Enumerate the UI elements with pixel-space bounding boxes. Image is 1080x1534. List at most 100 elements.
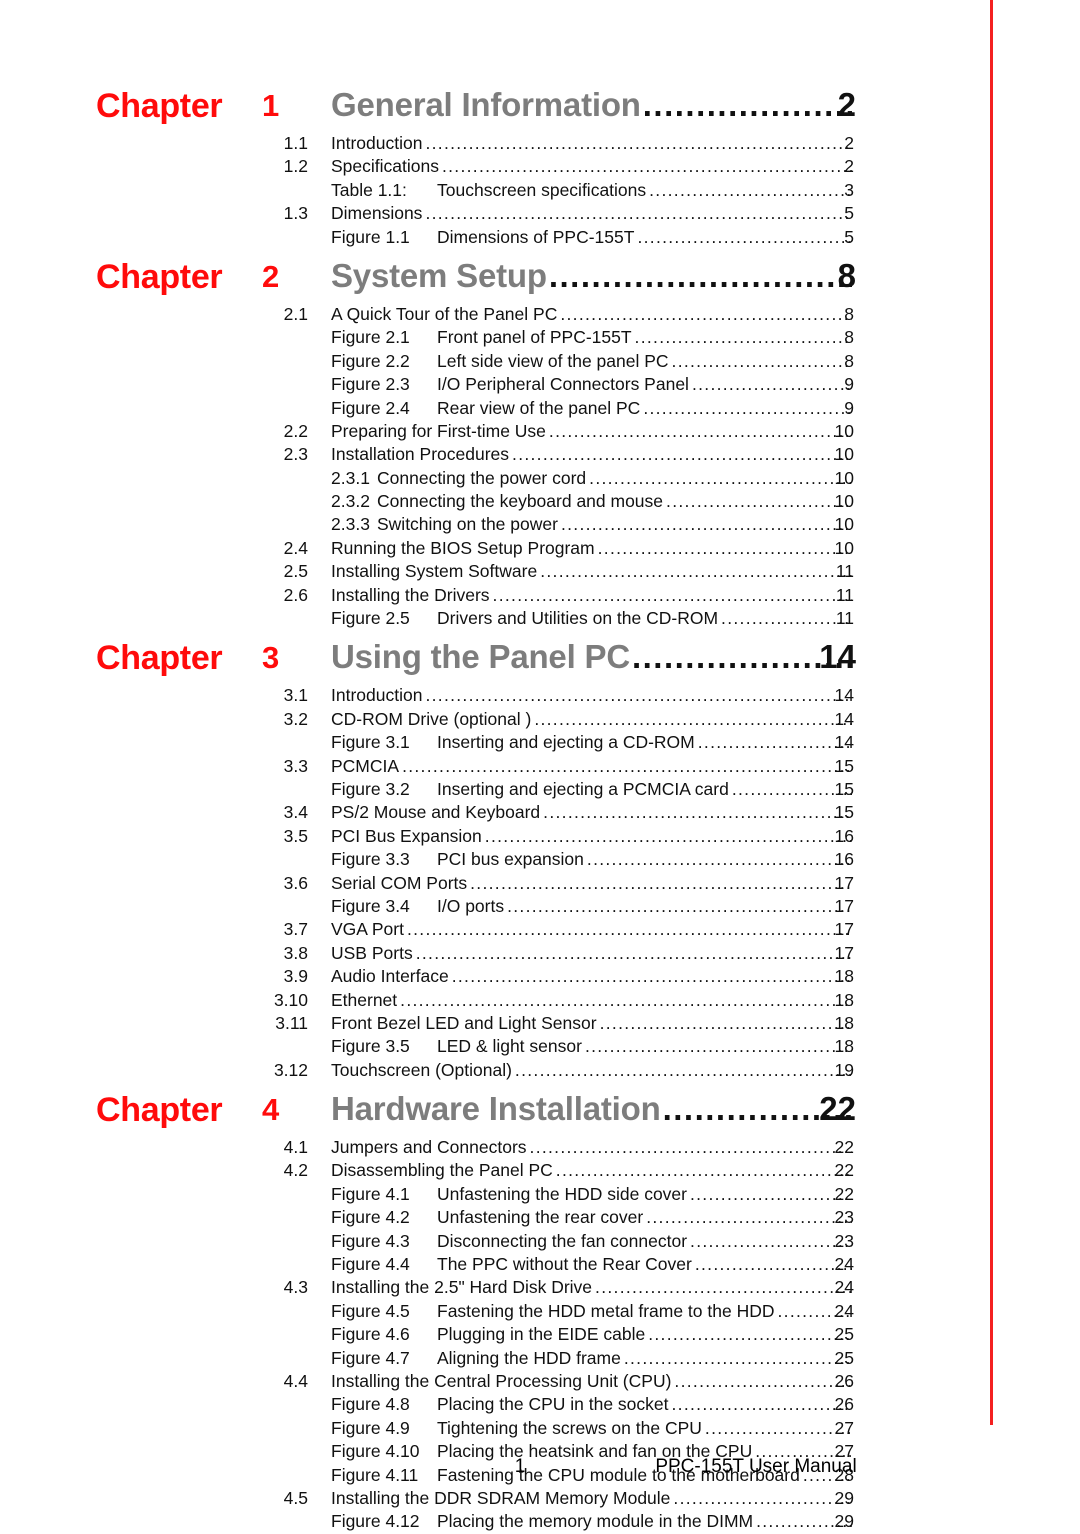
- toc-entry-line: Dimensions..............................…: [331, 202, 852, 225]
- toc-entry[interactable]: 3.3 PCMCIA...............................…: [0, 755, 1080, 778]
- toc-entry-line: Figure 4.1 Unfastening the HDD side cover…: [331, 1183, 852, 1206]
- toc-entry-title: Dimensions: [331, 203, 423, 224]
- toc-entry-number: 3.11: [275, 1012, 308, 1033]
- toc-entry-line: Figure 2.3 I/O Peripheral Connectors Pane…: [331, 373, 852, 396]
- toc-entry-page-number: 10: [834, 467, 854, 488]
- toc-entry[interactable]: 4.1 Jumpers and Connectors...............…: [0, 1136, 1080, 1159]
- toc-entry[interactable]: Figure 3.5 LED & light sensor............…: [0, 1035, 1080, 1058]
- toc-entry[interactable]: Figure 1.1 Dimensions of PPC-155T........…: [0, 226, 1080, 249]
- toc-entry[interactable]: 2.3.2 Connecting the keyboard and mouse..…: [0, 490, 1080, 513]
- chapter-number: 3: [262, 640, 280, 676]
- toc-entry-label: Figure 2.5: [331, 608, 410, 629]
- toc-entry[interactable]: 4.2 Disassembling the Panel PC...........…: [0, 1159, 1080, 1182]
- toc-entry[interactable]: 4.3 Installing the 2.5" Hard Disk Drive..…: [0, 1276, 1080, 1299]
- toc-entry[interactable]: Figure 4.4 The PPC without the Rear Cover…: [0, 1253, 1080, 1276]
- chapter-page-number: 8: [837, 256, 856, 294]
- toc-entry[interactable]: Figure 4.2 Unfastening the rear cover....…: [0, 1206, 1080, 1229]
- toc-entry[interactable]: Figure 4.9 Tightening the screws on the C…: [0, 1417, 1080, 1440]
- leader-dots: ........................................…: [425, 685, 852, 706]
- toc-entry-page-number: 10: [834, 491, 854, 512]
- toc-entry-number: 3.3: [283, 755, 308, 776]
- toc-entry[interactable]: Figure 3.4 I/O ports.....................…: [0, 895, 1080, 918]
- toc-entry[interactable]: Figure 4.5 Fastening the HDD metal frame …: [0, 1300, 1080, 1323]
- toc-entry[interactable]: Table 1.1: Touchscreen specifications....…: [0, 179, 1080, 202]
- toc-entry[interactable]: Figure 4.1 Unfastening the HDD side cover…: [0, 1183, 1080, 1206]
- toc-entry[interactable]: 1.3 Dimensions...........................…: [0, 202, 1080, 225]
- toc-entry[interactable]: Figure 4.6 Plugging in the EIDE cable....…: [0, 1323, 1080, 1346]
- toc-entry-line: Running the BIOS Setup Program..........…: [331, 537, 852, 560]
- toc-entry-page-number: 18: [834, 989, 854, 1010]
- toc-entry-number: 2.5: [283, 561, 308, 582]
- toc-entry[interactable]: 2.2 Preparing for First-time Use.........…: [0, 420, 1080, 443]
- toc-entry-number: 3.1: [283, 685, 308, 706]
- chapter-word: Chapter: [96, 87, 223, 125]
- toc-entry[interactable]: Figure 3.2 Inserting and ejecting a PCMCI…: [0, 778, 1080, 801]
- toc-entry-title: Aligning the HDD frame: [437, 1347, 621, 1368]
- toc-entry[interactable]: Figure 2.1 Front panel of PPC-155T.......…: [0, 326, 1080, 349]
- toc-entry-line: Audio Interface.........................…: [331, 965, 852, 988]
- toc-entry[interactable]: 3.10 Ethernet............................…: [0, 989, 1080, 1012]
- toc-entry[interactable]: 3.9 Audio Interface......................…: [0, 965, 1080, 988]
- toc-entry[interactable]: 2.6 Installing the Drivers...............…: [0, 584, 1080, 607]
- toc-entry-title: Left side view of the panel PC: [437, 350, 669, 371]
- toc-entry[interactable]: 3.11 Front Bezel LED and Light Sensor....…: [0, 1012, 1080, 1035]
- toc-entry[interactable]: 3.6 Serial COM Ports.....................…: [0, 872, 1080, 895]
- toc-entry[interactable]: Figure 4.3 Disconnecting the fan connecto…: [0, 1230, 1080, 1253]
- toc-entry[interactable]: 3.1 Introduction.........................…: [0, 684, 1080, 707]
- chapter-heading-row[interactable]: Chapter 4 Hardware Installation...........…: [0, 1082, 1080, 1136]
- toc-entry[interactable]: 3.8 USB Ports............................…: [0, 942, 1080, 965]
- toc-entry[interactable]: Figure 2.3 I/O Peripheral Connectors Pane…: [0, 373, 1080, 396]
- toc-entry-page-number: 15: [834, 802, 854, 823]
- toc-entry-line: Installing the Central Processing Unit (…: [331, 1370, 852, 1393]
- toc-entry-page-number: 5: [844, 226, 854, 247]
- toc-entry-line: 2.3.3 Switching on the power.............…: [331, 513, 852, 536]
- toc-entry-page-number: 18: [834, 1036, 854, 1057]
- toc-entry[interactable]: 3.7 VGA Port.............................…: [0, 918, 1080, 941]
- chapter-heading-row[interactable]: Chapter 1 General Information.............…: [0, 78, 1080, 132]
- toc-entry-label: Figure 4.9: [331, 1417, 410, 1438]
- chapter-heading-row[interactable]: Chapter 2 System Setup....................…: [0, 249, 1080, 303]
- toc-entry-line: PS/2 Mouse and Keyboard.................…: [331, 801, 852, 824]
- toc-entry[interactable]: Figure 2.4 Rear view of the panel PC.....…: [0, 397, 1080, 420]
- toc-entry[interactable]: 4.4 Installing the Central Processing Uni…: [0, 1370, 1080, 1393]
- toc-entry-line: Disassembling the Panel PC..............…: [331, 1159, 852, 1182]
- toc-entry-label: Figure 4.1: [331, 1183, 410, 1204]
- chapter-title-line: Hardware Installation...................…: [331, 1088, 852, 1132]
- toc-entry[interactable]: 2.1 A Quick Tour of the Panel PC.........…: [0, 303, 1080, 326]
- toc-entry[interactable]: 3.2 CD-ROM Drive (optional ).............…: [0, 708, 1080, 731]
- toc-entry[interactable]: 3.4 PS/2 Mouse and Keyboard..............…: [0, 801, 1080, 824]
- toc-entry[interactable]: 4.5 Installing the DDR SDRAM Memory Modul…: [0, 1487, 1080, 1510]
- toc-entry[interactable]: 3.5 PCI Bus Expansion....................…: [0, 825, 1080, 848]
- toc-entry-line: VGA Port................................…: [331, 918, 852, 941]
- toc-entry-page-number: 25: [834, 1347, 854, 1368]
- toc-entry-label: Figure 2.3: [331, 374, 410, 395]
- toc-entry[interactable]: 2.4 Running the BIOS Setup Program.......…: [0, 537, 1080, 560]
- toc-entry[interactable]: Figure 3.1 Inserting and ejecting a CD-RO…: [0, 731, 1080, 754]
- toc-entry-line: Introduction............................…: [331, 684, 852, 707]
- toc-entry[interactable]: Figure 2.5 Drivers and Utilities on the C…: [0, 607, 1080, 630]
- toc-entry-page-number: 24: [834, 1300, 854, 1321]
- chapter-heading-row[interactable]: Chapter 3 Using the Panel PC..............…: [0, 630, 1080, 684]
- toc-entry-line: Installing the Drivers..................…: [331, 584, 852, 607]
- toc-entry[interactable]: 1.1 Introduction.........................…: [0, 132, 1080, 155]
- toc-entry[interactable]: 2.3.3 Switching on the power.............…: [0, 513, 1080, 536]
- toc-entry-number: 2.1: [283, 303, 308, 324]
- toc-entry[interactable]: Figure 4.12 Placing the memory module in …: [0, 1510, 1080, 1533]
- toc-entry[interactable]: 3.12 Touchscreen (Optional)..............…: [0, 1059, 1080, 1082]
- toc-entry[interactable]: 2.3.1 Connecting the power cord..........…: [0, 467, 1080, 490]
- toc-entry-label: Figure 3.3: [331, 849, 410, 870]
- toc-entry[interactable]: Figure 4.7 Aligning the HDD frame........…: [0, 1347, 1080, 1370]
- toc-entry[interactable]: Figure 3.3 PCI bus expansion.............…: [0, 848, 1080, 871]
- toc-entry[interactable]: 1.2 Specifications.......................…: [0, 155, 1080, 178]
- toc-entry[interactable]: Figure 4.8 Placing the CPU in the socket.…: [0, 1393, 1080, 1416]
- toc-entry-title: Drivers and Utilities on the CD-ROM: [437, 608, 719, 629]
- toc-entry-label: Figure 4.2: [331, 1207, 410, 1228]
- toc-entry-page-number: 3: [844, 179, 854, 200]
- toc-entry-title: Inserting and ejecting a PCMCIA card: [437, 778, 729, 799]
- toc-entry[interactable]: Figure 2.2 Left side view of the panel PC…: [0, 350, 1080, 373]
- toc-entry-page-number: 11: [835, 608, 854, 629]
- toc-entry[interactable]: 2.3 Installation Procedures..............…: [0, 443, 1080, 466]
- toc-entry-line: Installing the DDR SDRAM Memory Module..…: [331, 1487, 852, 1510]
- toc-entry-number: 3.8: [283, 942, 308, 963]
- toc-entry[interactable]: 2.5 Installing System Software...........…: [0, 560, 1080, 583]
